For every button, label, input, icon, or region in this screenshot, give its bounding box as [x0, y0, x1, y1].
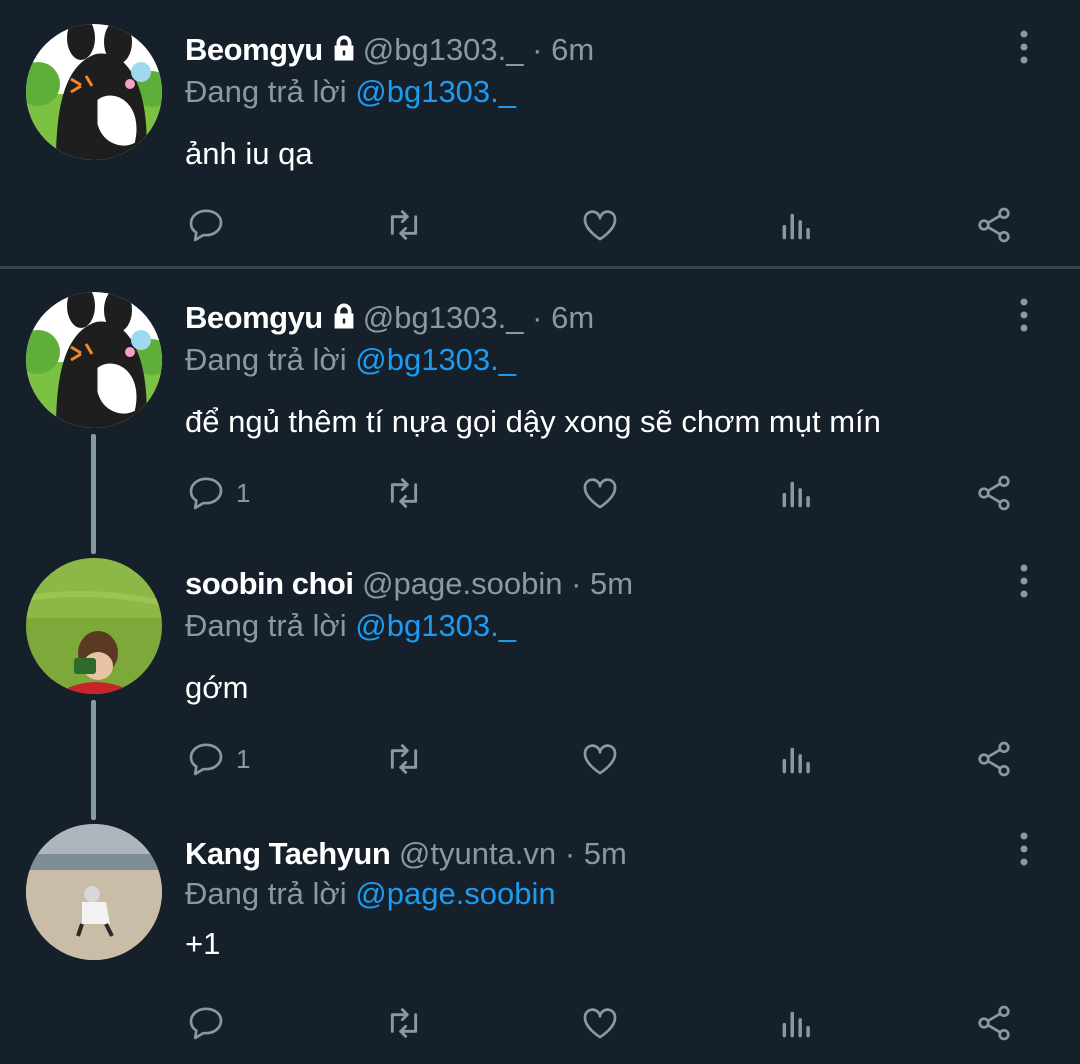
replying-to: Đang trả lời @page.soobin [185, 876, 556, 912]
reply-count: 1 [236, 743, 251, 774]
bar-chart-icon [782, 481, 810, 508]
replying-to: Đang trả lời @bg1303._ [185, 74, 516, 110]
timestamp[interactable]: 5m [590, 566, 633, 601]
analytics-button[interactable] [778, 468, 816, 518]
handle[interactable]: @bg1303._ [363, 32, 524, 67]
display-name[interactable]: Beomgyu [185, 32, 323, 67]
heart-icon [583, 744, 617, 775]
separator-dot: · [532, 32, 543, 67]
avatar[interactable] [26, 558, 162, 694]
timestamp[interactable]: 6m [551, 32, 594, 67]
tweet[interactable]: Beomgyu @bg1303._ · 6m Đang trả lời @bg13… [0, 268, 1080, 534]
retweet-icon [390, 478, 418, 508]
retweet-button[interactable] [382, 998, 426, 1048]
like-button[interactable] [580, 998, 620, 1048]
analytics-button[interactable] [778, 200, 816, 250]
lock-icon [329, 33, 359, 71]
handle[interactable]: @page.soobin [362, 566, 562, 601]
analytics-button[interactable] [778, 734, 816, 784]
tweet-actions [0, 200, 1080, 250]
like-button[interactable] [580, 468, 620, 518]
retweet-button[interactable] [382, 468, 426, 518]
tweet[interactable]: Beomgyu @bg1303._ · 6m Đang trả lời @bg13… [0, 0, 1080, 268]
tweet-text: +1 [185, 926, 221, 961]
tweet[interactable]: soobin choi @page.soobin · 5m Đang trả l… [0, 534, 1080, 800]
reply-button[interactable]: 1 [186, 468, 250, 518]
tweet-text: gớm [185, 670, 249, 705]
tweet-header: Beomgyu @bg1303._ · 6m [185, 32, 594, 71]
retweet-button[interactable] [382, 734, 426, 784]
retweet-button[interactable] [382, 200, 426, 250]
like-button[interactable] [580, 200, 620, 250]
separator-dot: · [532, 300, 543, 335]
speech-bubble-icon [189, 477, 223, 510]
speech-bubble-icon [189, 209, 223, 242]
reply-button[interactable] [186, 200, 236, 250]
share-button[interactable] [974, 998, 1014, 1048]
separator-dot: · [564, 836, 576, 871]
more-options-icon[interactable] [1012, 564, 1036, 603]
lock-icon [329, 301, 359, 339]
tweet-text: để ngủ thêm tí nựa gọi dậy xong sẽ chơm … [185, 404, 881, 439]
share-icon [978, 207, 1010, 243]
tweet-actions [0, 998, 1080, 1048]
display-name[interactable]: soobin choi [185, 566, 354, 601]
retweet-icon [390, 744, 418, 774]
separator-dot: · [571, 566, 582, 601]
bar-chart-icon [782, 213, 810, 240]
retweet-icon [390, 210, 418, 240]
replying-to: Đang trả lời @bg1303._ [185, 608, 516, 644]
tweet-header: soobin choi @page.soobin · 5m [185, 566, 633, 602]
heart-icon [583, 210, 617, 241]
tweet-text: ảnh iu qa [185, 136, 313, 171]
avatar[interactable] [26, 292, 162, 428]
share-icon [978, 475, 1010, 511]
share-button[interactable] [974, 200, 1014, 250]
replying-to: Đang trả lời @bg1303._ [185, 342, 516, 378]
replying-to-label: Đang trả lời [185, 74, 347, 109]
replying-to-link[interactable]: @bg1303._ [355, 342, 516, 377]
speech-bubble-icon [189, 743, 223, 776]
analytics-button[interactable] [778, 998, 816, 1048]
tweet-actions: 1 [0, 734, 1080, 784]
avatar[interactable] [26, 824, 162, 960]
replying-to-label: Đang trả lời [185, 608, 347, 643]
handle[interactable]: @tyunta.vn [399, 836, 556, 871]
replying-to-link[interactable]: @page.soobin [355, 876, 555, 911]
display-name[interactable]: Kang Taehyun [185, 836, 391, 871]
like-button[interactable] [580, 734, 620, 784]
share-icon [978, 1005, 1010, 1041]
more-options-icon[interactable] [1012, 832, 1036, 871]
share-button[interactable] [974, 734, 1014, 784]
replying-to-link[interactable]: @bg1303._ [355, 608, 516, 643]
tweet-header: Beomgyu @bg1303._ · 6m [185, 300, 594, 339]
tweet-header: Kang Taehyun @tyunta.vn · 5m [185, 836, 627, 872]
heart-icon [583, 478, 617, 509]
replying-to-label: Đang trả lời [185, 342, 347, 377]
display-name[interactable]: Beomgyu [185, 300, 323, 335]
timestamp[interactable]: 5m [584, 836, 627, 871]
reply-button[interactable]: 1 [186, 734, 250, 784]
share-button[interactable] [974, 468, 1014, 518]
bar-chart-icon [782, 747, 810, 774]
more-options-icon[interactable] [1012, 30, 1036, 69]
heart-icon [583, 1008, 617, 1039]
reply-button[interactable] [186, 998, 236, 1048]
share-icon [978, 741, 1010, 777]
handle[interactable]: @bg1303._ [363, 300, 524, 335]
speech-bubble-icon [189, 1007, 223, 1040]
replying-to-label: Đang trả lời [185, 876, 347, 911]
reply-count: 1 [236, 477, 251, 508]
replying-to-link[interactable]: @bg1303._ [355, 74, 516, 109]
timestamp[interactable]: 6m [551, 300, 594, 335]
tweet[interactable]: Kang Taehyun @tyunta.vn · 5m Đang trả lờ… [0, 800, 1080, 1064]
retweet-icon [390, 1008, 418, 1038]
more-options-icon[interactable] [1012, 298, 1036, 337]
bar-chart-icon [782, 1011, 810, 1038]
tweet-actions: 1 [0, 468, 1080, 518]
avatar[interactable] [26, 24, 162, 160]
